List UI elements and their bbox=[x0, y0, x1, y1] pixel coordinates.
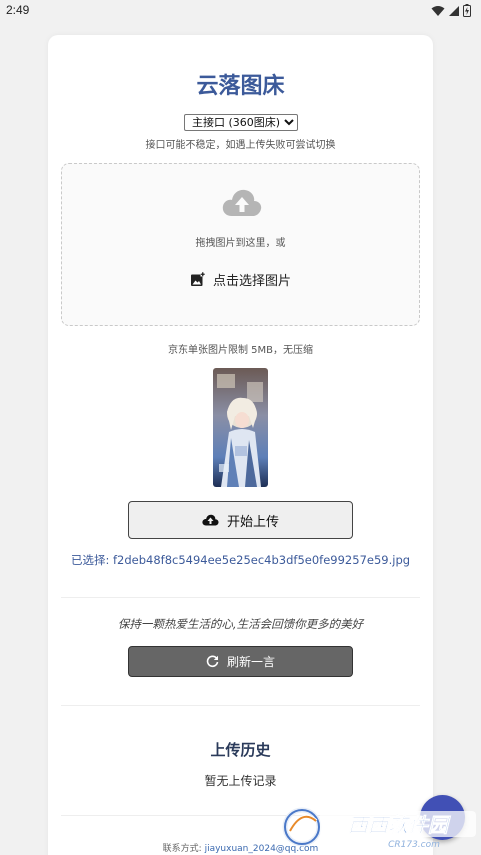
contact-label: 联系方式: bbox=[162, 844, 202, 854]
battery-icon bbox=[463, 4, 471, 17]
pick-image-label: 点击选择图片 bbox=[213, 273, 292, 289]
pick-image-button[interactable]: 点击选择图片 bbox=[190, 268, 291, 290]
api-select[interactable]: 主接口 (360图床) bbox=[184, 114, 298, 131]
selected-image-preview bbox=[213, 368, 268, 487]
cloud-upload-icon bbox=[202, 514, 219, 526]
page-title: 云落图床 bbox=[196, 74, 285, 99]
history-empty-text: 暂无上传记录 bbox=[204, 774, 277, 788]
refresh-quote-button[interactable]: 刷新一言 bbox=[128, 646, 353, 677]
start-upload-label: 开始上传 bbox=[226, 514, 279, 530]
history-title: 上传历史 bbox=[210, 741, 271, 759]
divider bbox=[61, 597, 420, 598]
signal-icon bbox=[449, 5, 459, 16]
drag-hint: 拖拽图片到这里，或 bbox=[195, 238, 286, 249]
selected-file-label: 已选择: f2deb48f8c5494ee5e25ec4b3df5e0fe992… bbox=[70, 553, 411, 567]
size-limit-note: 京东单张图片限制 5MB，无压缩 bbox=[167, 345, 314, 356]
cloud-upload-icon bbox=[222, 189, 262, 216]
start-upload-button[interactable]: 开始上传 bbox=[128, 501, 353, 539]
add-photo-icon bbox=[191, 271, 205, 286]
daily-quote: 保持一颗热爱生活的心,生活会回馈你更多的美好 bbox=[117, 617, 364, 631]
status-icons bbox=[431, 4, 471, 17]
refresh-quote-label: 刷新一言 bbox=[226, 655, 275, 669]
status-bar: 2:49 bbox=[0, 0, 481, 22]
api-note: 接口可能不稳定，如遇上传失败可尝试切换 bbox=[145, 140, 336, 151]
status-time: 2:49 bbox=[6, 3, 30, 17]
image-dropzone[interactable]: 拖拽图片到这里，或 点击选择图片 bbox=[61, 163, 420, 326]
refresh-icon bbox=[206, 655, 219, 668]
site-watermark-logo: 西西软件园 CR173.com bbox=[282, 807, 476, 850]
wifi-icon bbox=[431, 5, 445, 16]
svg-text:西西软件园: 西西软件园 bbox=[348, 813, 451, 837]
svg-text:CR173.com: CR173.com bbox=[388, 840, 440, 850]
divider bbox=[61, 705, 420, 706]
